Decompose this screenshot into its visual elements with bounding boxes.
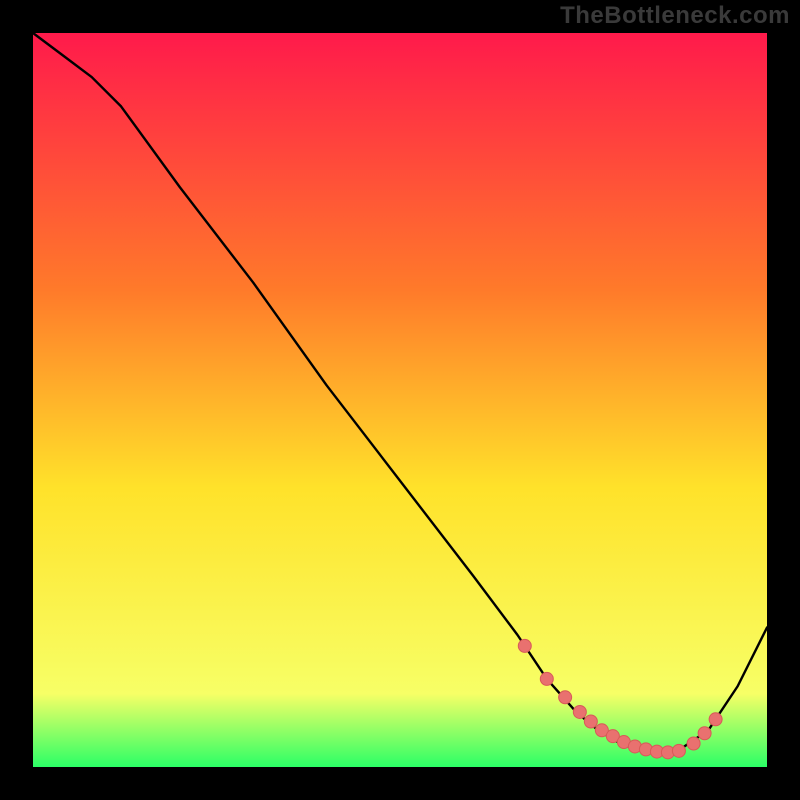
watermark-text: TheBottleneck.com [560, 2, 790, 30]
highlight-dot [584, 715, 597, 728]
highlight-dot [672, 744, 685, 757]
highlight-dot [573, 705, 586, 718]
bottleneck-chart [0, 0, 800, 800]
chart-frame: TheBottleneck.com [0, 0, 800, 800]
highlight-dot [518, 639, 531, 652]
highlight-dot [698, 727, 711, 740]
highlight-dot [540, 672, 553, 685]
highlight-dot [709, 713, 722, 726]
plot-background [33, 33, 767, 767]
highlight-dot [687, 737, 700, 750]
highlight-dot [559, 691, 572, 704]
